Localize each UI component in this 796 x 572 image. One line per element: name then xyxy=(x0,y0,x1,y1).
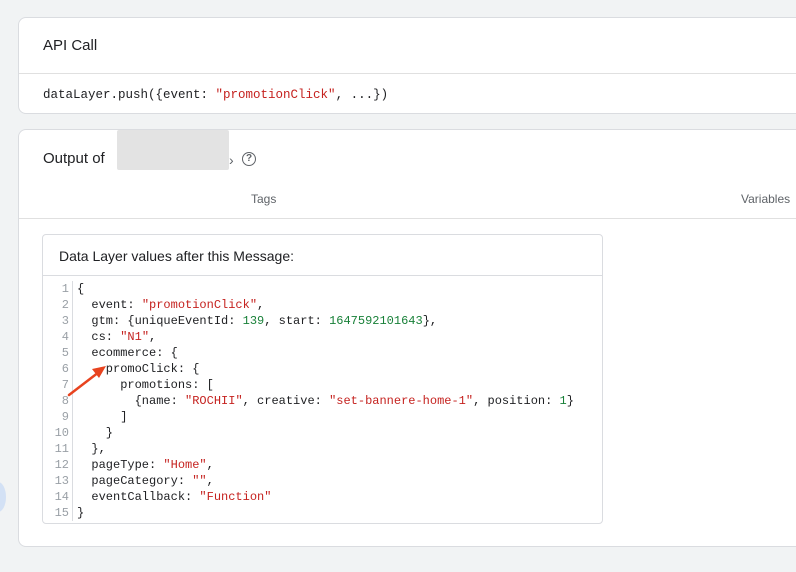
code-line-6: promoClick: { xyxy=(77,361,200,377)
line-number: 13 xyxy=(54,474,69,488)
code-line-2: event: "promotionClick", xyxy=(77,297,264,313)
code-text: { xyxy=(77,282,85,296)
code-key: cs: xyxy=(77,330,121,344)
line-number: 1 xyxy=(61,282,69,296)
left-edge-partial-button xyxy=(0,482,6,512)
api-call-card: API Call dataLayer.push({event: "promoti… xyxy=(18,17,796,114)
code-text: } xyxy=(77,426,114,440)
code-key: {name: xyxy=(77,394,186,408)
code-line-9: ] xyxy=(77,409,127,425)
code-text: } xyxy=(77,506,85,520)
help-circle-icon[interactable]: ? xyxy=(242,152,256,166)
line-number: 10 xyxy=(54,426,69,440)
api-code-prefix: dataLayer.push({event: xyxy=(43,88,216,102)
code-text: }, xyxy=(77,442,106,456)
api-call-divider xyxy=(19,73,796,74)
tab-variables[interactable]: Variables xyxy=(741,192,790,206)
code-line-11: }, xyxy=(77,441,106,457)
tabs-divider xyxy=(19,218,796,219)
line-number-gutter: 1 2 3 4 5 6 7 8 9 10 11 12 13 14 15 xyxy=(43,281,73,521)
tab-tags[interactable]: Tags xyxy=(251,192,276,206)
data-layer-panel-title: Data Layer values after this Message: xyxy=(59,248,295,264)
code-line-4: cs: "N1", xyxy=(77,329,156,345)
line-number: 9 xyxy=(61,410,69,424)
code-punct: , xyxy=(149,330,157,344)
code-punct: , xyxy=(206,474,214,488)
code-key: pageType: xyxy=(77,458,164,472)
code-line-10: } xyxy=(77,425,113,441)
output-title: Output of xyxy=(43,150,105,167)
line-number: 14 xyxy=(54,490,69,504)
line-number: 8 xyxy=(61,394,69,408)
line-number: 15 xyxy=(54,506,69,520)
line-number: 11 xyxy=(54,442,69,456)
code-string: "" xyxy=(192,474,207,488)
code-punct: , xyxy=(257,298,265,312)
data-layer-code: 1 2 3 4 5 6 7 8 9 10 11 12 13 14 15 { ev… xyxy=(43,281,602,521)
line-number: 4 xyxy=(61,330,69,344)
code-line-12: pageType: "Home", xyxy=(77,457,214,473)
api-code-event-value: "promotionClick" xyxy=(215,88,336,102)
code-key: , creative: xyxy=(242,394,330,408)
code-punct: }, xyxy=(422,314,438,328)
output-card: Output of › ? Tags Variables Data Layer … xyxy=(18,129,796,547)
api-call-code: dataLayer.push({event: "promotionClick",… xyxy=(43,88,388,102)
code-key: event: xyxy=(77,298,142,312)
code-number: 1 xyxy=(559,394,567,408)
code-number: 139 xyxy=(242,314,265,328)
code-text: promoClick: { xyxy=(77,362,200,376)
code-text: promotions: [ xyxy=(77,378,214,392)
code-key: gtm: {uniqueEventId: xyxy=(77,314,243,328)
redacted-area xyxy=(117,130,229,170)
data-layer-panel-divider xyxy=(43,275,602,276)
code-line-1: { xyxy=(77,281,84,297)
line-number: 12 xyxy=(54,458,69,472)
code-string: "promotionClick" xyxy=(141,298,258,312)
api-call-title: API Call xyxy=(43,37,98,54)
code-punct: , xyxy=(206,458,214,472)
code-line-3: gtm: {uniqueEventId: 139, start: 1647592… xyxy=(77,313,437,329)
code-string: "Function" xyxy=(199,490,272,504)
line-number: 5 xyxy=(61,346,69,360)
line-number: 7 xyxy=(61,378,69,392)
code-line-5: ecommerce: { xyxy=(77,345,178,361)
code-line-7: promotions: [ xyxy=(77,377,214,393)
code-line-14: eventCallback: "Function" xyxy=(77,489,271,505)
code-line-13: pageCategory: "", xyxy=(77,473,214,489)
code-key: pageCategory: xyxy=(77,474,193,488)
code-string: "set-bannere-home-1" xyxy=(329,394,474,408)
code-text: ecommerce: { xyxy=(77,346,178,360)
line-number: 6 xyxy=(61,362,69,376)
data-layer-panel: Data Layer values after this Message: 1 … xyxy=(42,234,603,524)
code-line-15: } xyxy=(77,505,84,521)
code-line-8: {name: "ROCHII", creative: "set-bannere-… xyxy=(77,393,574,409)
code-text: ] xyxy=(77,410,128,424)
code-punct: } xyxy=(566,394,574,408)
output-title-chevron: › xyxy=(229,152,234,168)
api-code-suffix: , ...}) xyxy=(335,88,389,102)
line-number: 2 xyxy=(61,298,69,312)
code-key: , start: xyxy=(264,314,330,328)
code-string: "ROCHII" xyxy=(185,394,243,408)
code-string: "N1" xyxy=(120,330,150,344)
code-key: , position: xyxy=(473,394,560,408)
code-string: "Home" xyxy=(163,458,207,472)
code-key: eventCallback: xyxy=(77,490,200,504)
line-number: 3 xyxy=(61,314,69,328)
code-number: 1647592101643 xyxy=(329,314,423,328)
